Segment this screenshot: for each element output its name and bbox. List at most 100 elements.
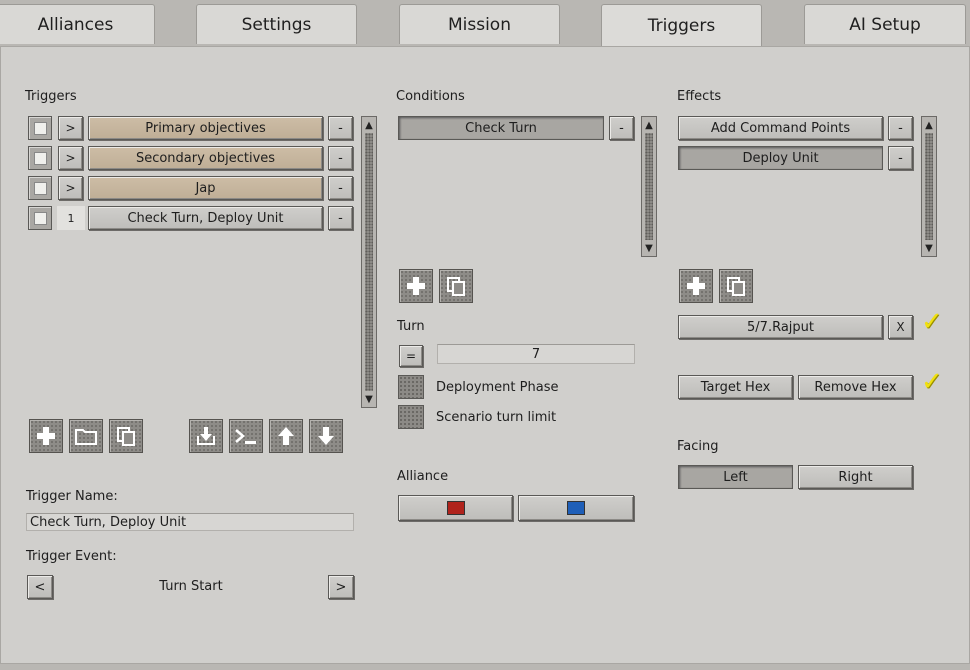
scroll-track[interactable]: [925, 133, 933, 240]
deployment-phase-checkbox[interactable]: [398, 375, 424, 399]
terminal-icon: [235, 429, 256, 444]
trigger-expand-button[interactable]: >: [58, 116, 83, 140]
facing-right-button[interactable]: Right: [798, 465, 913, 489]
move-up-button[interactable]: [269, 419, 303, 453]
triggers-panel: Triggers > Primary objectives - > Second…: [0, 46, 970, 664]
trigger-event-value: Turn Start: [159, 579, 223, 594]
trigger-name-label: Trigger Name:: [26, 489, 118, 504]
trigger-checkbox[interactable]: [28, 206, 52, 230]
unit-select-button[interactable]: 5/7.Rajput: [678, 315, 883, 339]
tab-label: Settings: [241, 14, 312, 35]
event-next-button[interactable]: >: [328, 575, 354, 599]
alliance-blue-button[interactable]: [518, 495, 634, 521]
scroll-track[interactable]: [645, 133, 653, 240]
conditions-header: Conditions: [396, 89, 465, 104]
event-prev-button[interactable]: <: [27, 575, 53, 599]
trigger-checkbox[interactable]: [28, 146, 52, 170]
trigger-item-check-turn-deploy-unit[interactable]: Check Turn, Deploy Unit: [88, 206, 323, 230]
scroll-up-icon[interactable]: ▲: [922, 118, 936, 132]
trigger-item-jap[interactable]: Jap: [88, 176, 323, 200]
check-mark-icon: ✓: [921, 307, 943, 337]
tab-label: Alliances: [37, 14, 114, 35]
turn-operator-button[interactable]: =: [399, 345, 423, 367]
trigger-remove-button[interactable]: -: [328, 146, 353, 170]
tab-bar: Alliances Settings Mission Triggers AI S…: [0, 0, 970, 46]
conditions-scrollbar[interactable]: ▲ ▼: [641, 116, 657, 257]
remove-hex-button[interactable]: Remove Hex: [798, 375, 913, 399]
alliance-red-button[interactable]: [398, 495, 513, 521]
trigger-name-input[interactable]: Check Turn, Deploy Unit: [26, 513, 354, 531]
trigger-expand-button[interactable]: >: [58, 146, 83, 170]
alliance-label: Alliance: [397, 469, 449, 484]
tab-triggers[interactable]: Triggers: [601, 4, 762, 46]
trigger-remove-button[interactable]: -: [328, 116, 353, 140]
unit-clear-button[interactable]: X: [888, 315, 913, 339]
effects-header: Effects: [677, 89, 722, 104]
add-condition-button[interactable]: [399, 269, 433, 303]
plus-icon: [407, 277, 425, 295]
scenario-turn-limit-checkbox[interactable]: [398, 405, 424, 429]
trigger-index: 1: [57, 206, 85, 230]
effect-item-add-command-points[interactable]: Add Command Points: [678, 116, 883, 140]
trigger-remove-button[interactable]: -: [328, 176, 353, 200]
copy-icon: [447, 277, 465, 296]
deployment-phase-label: Deployment Phase: [436, 380, 559, 395]
trigger-checkbox[interactable]: [28, 176, 52, 200]
scroll-up-icon[interactable]: ▲: [642, 118, 656, 132]
tab-ai-setup[interactable]: AI Setup: [804, 4, 966, 44]
checkbox-box: [33, 211, 47, 225]
move-down-button[interactable]: [309, 419, 343, 453]
script-button[interactable]: [229, 419, 263, 453]
add-effect-button[interactable]: [679, 269, 713, 303]
scroll-track[interactable]: [365, 133, 373, 391]
download-icon: [197, 427, 215, 445]
arrow-down-icon: [318, 427, 334, 445]
scroll-down-icon[interactable]: ▼: [362, 392, 376, 406]
condition-item-check-turn[interactable]: Check Turn: [398, 116, 604, 140]
triggers-header: Triggers: [25, 89, 77, 104]
tab-label: AI Setup: [849, 14, 921, 35]
copy-trigger-button[interactable]: [109, 419, 143, 453]
tab-alliances[interactable]: Alliances: [0, 4, 155, 44]
facing-left-button[interactable]: Left: [678, 465, 793, 489]
tab-label: Mission: [447, 14, 511, 35]
trigger-item-secondary-objectives[interactable]: Secondary objectives: [88, 146, 323, 170]
copy-effect-button[interactable]: [719, 269, 753, 303]
checkbox-box: [33, 121, 47, 135]
target-hex-button[interactable]: Target Hex: [678, 375, 793, 399]
facing-label: Facing: [677, 439, 719, 454]
copy-condition-button[interactable]: [439, 269, 473, 303]
scroll-up-icon[interactable]: ▲: [362, 118, 376, 132]
turn-value-input[interactable]: 7: [437, 344, 635, 364]
effect-remove-button[interactable]: -: [888, 146, 913, 170]
arrow-up-icon: [278, 427, 294, 445]
scroll-down-icon[interactable]: ▼: [922, 241, 936, 255]
effects-scrollbar[interactable]: ▲ ▼: [921, 116, 937, 257]
check-mark-icon: ✓: [921, 367, 943, 397]
triggers-scrollbar[interactable]: ▲ ▼: [361, 116, 377, 408]
checkbox-box: [33, 151, 47, 165]
folder-icon: [75, 429, 97, 445]
trigger-event-label: Trigger Event:: [26, 549, 117, 564]
red-swatch: [446, 501, 465, 515]
trigger-expand-button[interactable]: >: [58, 176, 83, 200]
add-folder-button[interactable]: [69, 419, 103, 453]
effect-remove-button[interactable]: -: [888, 116, 913, 140]
tab-mission[interactable]: Mission: [399, 4, 560, 44]
import-button[interactable]: [189, 419, 223, 453]
checkbox-box: [33, 181, 47, 195]
tab-settings[interactable]: Settings: [196, 4, 357, 44]
turn-label: Turn: [397, 319, 425, 334]
effect-item-deploy-unit[interactable]: Deploy Unit: [678, 146, 883, 170]
plus-icon: [37, 427, 55, 445]
trigger-item-primary-objectives[interactable]: Primary objectives: [88, 116, 323, 140]
plus-icon: [687, 277, 705, 295]
condition-remove-button[interactable]: -: [609, 116, 634, 140]
trigger-remove-button[interactable]: -: [328, 206, 353, 230]
scenario-turn-limit-label: Scenario turn limit: [436, 410, 557, 425]
scroll-down-icon[interactable]: ▼: [642, 241, 656, 255]
blue-swatch: [567, 501, 585, 515]
trigger-checkbox[interactable]: [28, 116, 52, 140]
copy-icon: [727, 277, 745, 296]
add-trigger-button[interactable]: [29, 419, 63, 453]
